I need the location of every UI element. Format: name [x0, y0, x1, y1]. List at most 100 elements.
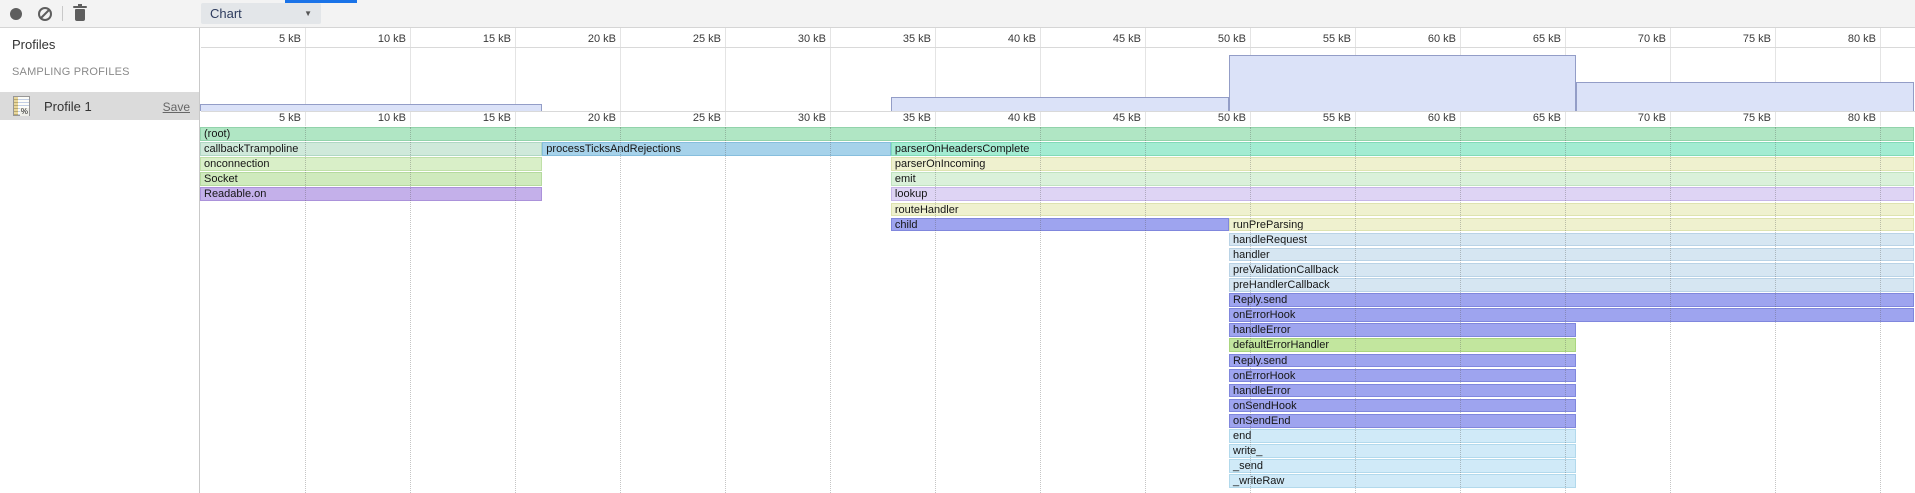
ruler-top-tick-label-75kb: 75 kB — [1709, 32, 1771, 47]
ruler-top-tick-label-65kb: 65 kB — [1499, 32, 1561, 47]
ruler-top-tick-label-50kb: 50 kB — [1184, 32, 1246, 47]
toolbar-separator — [62, 6, 63, 21]
ruler-mid-tick-label-50kb: 50 kB — [1184, 111, 1246, 126]
ruler-mid-tick-label-80kb: 80 kB — [1814, 111, 1876, 126]
flame-bar-label: lookup — [892, 188, 1913, 200]
ruler-mid-tick-label-35kb: 35 kB — [869, 111, 931, 126]
ruler-mid-tick-label-60kb: 60 kB — [1394, 111, 1456, 126]
flame-bar-runpreparsing[interactable]: runPreParsing — [1229, 218, 1914, 232]
overview-baseline — [201, 111, 1915, 112]
flame-bar-handleerror[interactable]: handleError — [1229, 384, 1576, 398]
flame-gridline-25kb — [725, 127, 726, 493]
flame-bar-label: routeHandler — [892, 204, 1913, 216]
flame-bar-label: child — [892, 219, 1228, 231]
flame-bar-onsendend[interactable]: onSendEnd — [1229, 414, 1576, 428]
flame-bar-prehandlercallback[interactable]: preHandlerCallback — [1229, 278, 1914, 292]
flame-bar-label: onconnection — [201, 158, 541, 170]
flame-bar-reply-send[interactable]: Reply.send — [1229, 293, 1914, 307]
ruler-top-tick-label-45kb: 45 kB — [1079, 32, 1141, 47]
save-profile-link[interactable]: Save — [163, 100, 190, 114]
clear-icon — [38, 7, 52, 21]
ruler-mid-tick-label-10kb: 10 kB — [344, 111, 406, 126]
flame-bar-label: Readable.on — [201, 188, 541, 200]
flame-bar-parseronheaderscomplete[interactable]: parserOnHeadersComplete — [891, 142, 1914, 156]
flame-bar-label: parserOnIncoming — [892, 158, 1913, 170]
ruler-mid-tick-label-45kb: 45 kB — [1079, 111, 1141, 126]
flame-bar-handler[interactable]: handler — [1229, 248, 1914, 262]
flame-bar-onconnection[interactable]: onconnection — [200, 157, 542, 171]
flame-bar-callbacktrampoline[interactable]: callbackTrampoline — [200, 142, 542, 156]
overview-timeline[interactable] — [201, 49, 1915, 111]
flame-bar-label: _writeRaw — [1230, 475, 1575, 487]
flame-bar-label: callbackTrampoline — [201, 143, 541, 155]
flame-bar-parseronincoming[interactable]: parserOnIncoming — [891, 157, 1914, 171]
flame-bar-label: emit — [892, 173, 1913, 185]
flame-bar-defaulterrorhandler[interactable]: defaultErrorHandler — [1229, 338, 1576, 352]
flame-bar-handleerror[interactable]: handleError — [1229, 323, 1576, 337]
ruler-mid-tick-label-30kb: 30 kB — [764, 111, 826, 126]
flame-bar-child[interactable]: child — [891, 218, 1229, 232]
flame-bar-label: write_ — [1230, 445, 1575, 457]
flame-bar-routehandler[interactable]: routeHandler — [891, 203, 1914, 217]
flame-bar-label: parserOnHeadersComplete — [892, 143, 1913, 155]
flame-bar-label: Reply.send — [1230, 355, 1575, 367]
flame-bar-onsendhook[interactable]: onSendHook — [1229, 399, 1576, 413]
chart-view-select[interactable]: Chart ▼ — [201, 3, 321, 24]
ruler-top-tick-label-15kb: 15 kB — [449, 32, 511, 47]
chevron-down-icon: ▼ — [304, 3, 312, 24]
flame-bar-emit[interactable]: emit — [891, 172, 1914, 186]
ruler-top-tick-label-25kb: 25 kB — [659, 32, 721, 47]
ruler-mid-tick-label-5kb: 5 kB — [239, 111, 301, 126]
flame-bar-lookup[interactable]: lookup — [891, 187, 1914, 201]
record-icon — [10, 8, 22, 20]
ruler-top-tick-label-30kb: 30 kB — [764, 32, 826, 47]
sidebar-item-profile-1[interactable]: Profile 1 Save — [0, 92, 199, 120]
flame-bar-label: handleRequest — [1230, 234, 1913, 246]
chart-area: 5 kB5 kB10 kB10 kB15 kB15 kB20 kB20 kB25… — [0, 0, 1915, 493]
flame-bar-processticksandrejections[interactable]: processTicksAndRejections — [542, 142, 891, 156]
ruler-mid-tick-label-20kb: 20 kB — [554, 111, 616, 126]
flame-bar-label: preHandlerCallback — [1230, 279, 1913, 291]
flame-bar-end[interactable]: end — [1229, 429, 1576, 443]
profiles-header: Profiles — [12, 37, 55, 52]
flame-bar-label: defaultErrorHandler — [1230, 339, 1575, 351]
flame-bar-label: handler — [1230, 249, 1913, 261]
flame-gridline-30kb — [830, 127, 831, 493]
ruler-top-tick-label-55kb: 55 kB — [1289, 32, 1351, 47]
ruler-top-tick-label-35kb: 35 kB — [869, 32, 931, 47]
ruler-top-tick-label-80kb: 80 kB — [1814, 32, 1876, 47]
flame-bar-reply-send[interactable]: Reply.send — [1229, 354, 1576, 368]
ruler-mid-tick-label-40kb: 40 kB — [974, 111, 1036, 126]
toolbar: Chart ▼ — [0, 0, 1915, 28]
flame-bar-root[interactable]: (root) — [200, 127, 1914, 141]
flame-bar-socket[interactable]: Socket — [200, 172, 542, 186]
flame-bar-label: onErrorHook — [1230, 309, 1913, 321]
ruler-mid-tick-label-75kb: 75 kB — [1709, 111, 1771, 126]
delete-profile-button[interactable] — [68, 0, 92, 27]
flame-bar-write[interactable]: write_ — [1229, 444, 1576, 458]
flame-bar-onerrorhook[interactable]: onErrorHook — [1229, 308, 1914, 322]
flame-bar-label: preValidationCallback — [1230, 264, 1913, 276]
flame-bar-label: Socket — [201, 173, 541, 185]
flame-bar-readable-on[interactable]: Readable.on — [200, 187, 542, 201]
flame-gridline-20kb — [620, 127, 621, 493]
flame-bar-prevalidationcallback[interactable]: preValidationCallback — [1229, 263, 1914, 277]
ruler-top-tick-label-20kb: 20 kB — [554, 32, 616, 47]
clear-button[interactable] — [33, 0, 57, 27]
profile-name: Profile 1 — [44, 99, 92, 114]
ruler-mid-tick-label-70kb: 70 kB — [1604, 111, 1666, 126]
ruler-top-tick-label-10kb: 10 kB — [344, 32, 406, 47]
flame-bar-label: processTicksAndRejections — [543, 143, 890, 155]
flame-bar-writeraw[interactable]: _writeRaw — [1229, 474, 1576, 488]
flame-bar-label: onSendHook — [1230, 400, 1575, 412]
flame-bar-label: onErrorHook — [1230, 370, 1575, 382]
flame-bar-send[interactable]: _send — [1229, 459, 1576, 473]
record-button[interactable] — [4, 0, 28, 27]
ruler-mid-tick-label-65kb: 65 kB — [1499, 111, 1561, 126]
flame-bar-label: onSendEnd — [1230, 415, 1575, 427]
flame-bar-onerrorhook[interactable]: onErrorHook — [1229, 369, 1576, 383]
memory-profiler-panel: 5 kB5 kB10 kB10 kB15 kB15 kB20 kB20 kB25… — [0, 0, 1915, 493]
ruler-top-tick-label-60kb: 60 kB — [1394, 32, 1456, 47]
ruler-divider-top — [201, 47, 1915, 48]
flame-bar-handlerequest[interactable]: handleRequest — [1229, 233, 1914, 247]
